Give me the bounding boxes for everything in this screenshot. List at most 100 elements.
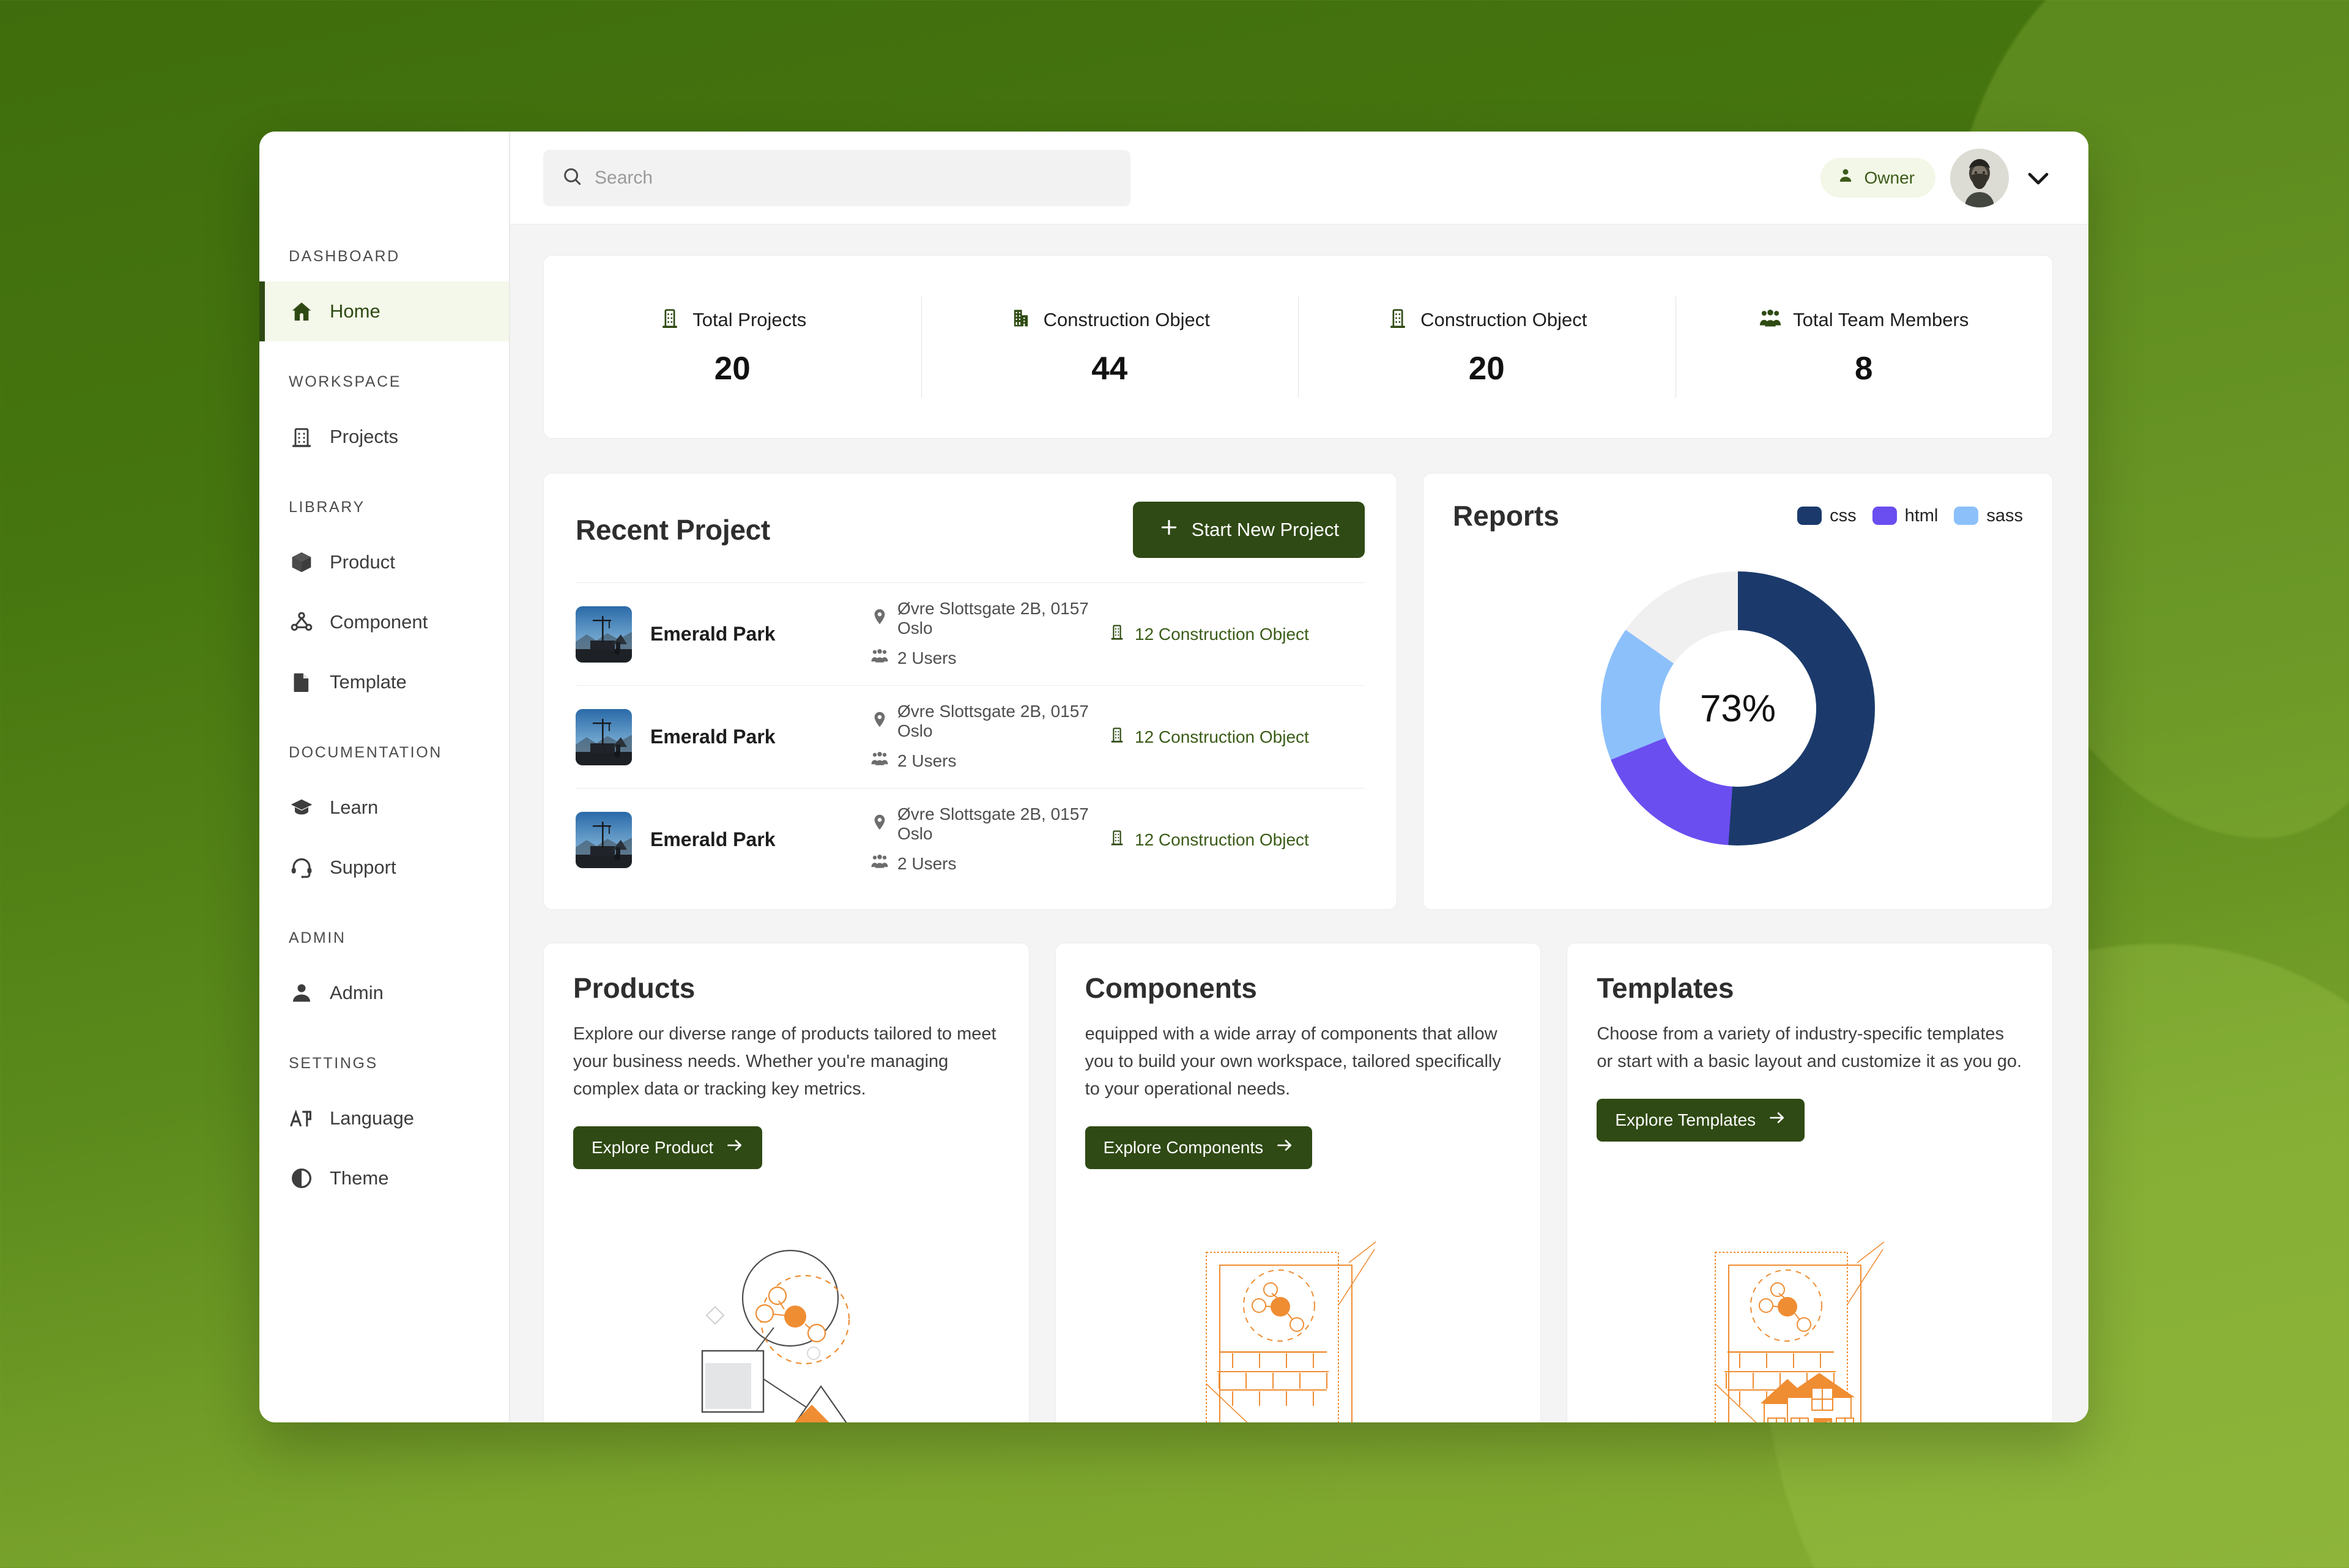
legend-label: css — [1830, 505, 1857, 526]
sidebar-group-title: WORKSPACE — [289, 373, 402, 390]
sidebar-group: SETTINGS Language Theme — [259, 1055, 509, 1208]
sidebar-group-title: DOCUMENTATION — [289, 744, 442, 761]
info-card-description: Explore our diverse range of products ta… — [573, 1024, 996, 1099]
stat-item: Total Team Members 8 — [1675, 296, 2053, 398]
chevron-down-icon[interactable] — [2024, 163, 2053, 193]
sidebar-item-support[interactable]: Support — [259, 838, 509, 897]
sidebar-group: ADMIN Admin — [259, 929, 509, 1023]
avatar[interactable] — [1950, 148, 2009, 207]
sidebar-item-label: Support — [330, 856, 396, 878]
sidebar-item-label: Projects — [330, 426, 398, 447]
top-bar: Owner — [510, 132, 2088, 225]
main-area: Owner T — [510, 132, 2088, 1422]
sidebar-item-label: Learn — [330, 797, 379, 818]
sidebar-group-title: ADMIN — [289, 929, 346, 946]
translate-icon — [289, 1105, 314, 1131]
user-icon — [1836, 166, 1855, 189]
sidebar-group-title: SETTINGS — [289, 1055, 378, 1072]
explore-button[interactable]: Explore Templates — [1597, 1098, 1805, 1142]
building-filled-icon — [1009, 307, 1033, 333]
project-name: Emerald Park — [650, 828, 776, 850]
reports-title: Reports — [1453, 500, 1559, 532]
explore-button[interactable]: Explore Components — [1085, 1126, 1313, 1169]
search-box[interactable] — [543, 149, 1130, 206]
search-icon — [562, 166, 582, 190]
graduation-cap-icon — [289, 795, 314, 820]
building-icon — [1386, 307, 1409, 333]
donut-chart-wrap: 73% — [1453, 532, 2023, 885]
project-row[interactable]: Emerald Park Øvre Slottsgate 2B, 0157 Osl… — [576, 685, 1365, 788]
pin-icon — [870, 608, 889, 630]
chart-legend: css html sass — [1797, 506, 2023, 526]
info-card: Templates Choose from a variety of indust… — [1567, 943, 2054, 1422]
building-icon — [658, 307, 681, 333]
legend-label: sass — [1986, 505, 2023, 526]
project-row[interactable]: Emerald Park Øvre Slottsgate 2B, 0157 Osl… — [576, 582, 1365, 685]
sidebar-group: WORKSPACE Projects — [259, 373, 509, 467]
stat-value: 20 — [1468, 351, 1505, 387]
info-cards-row: Products Explore our diverse range of pro… — [543, 943, 2054, 1422]
sidebar-item-learn[interactable]: Learn — [259, 778, 509, 838]
sidebar: DASHBOARD Home WORKSPACE Projects LIBRARY Pro… — [259, 132, 510, 1422]
info-card-description: Choose from a variety of industry-specif… — [1597, 1024, 2022, 1071]
project-address: Øvre Slottsgate 2B, 0157 Oslo — [897, 804, 1089, 843]
team-icon — [870, 749, 889, 772]
legend-swatch — [1872, 507, 1897, 525]
node-graph-icon — [289, 609, 314, 635]
product-shapes-illustration — [544, 1194, 1029, 1422]
sidebar-item-home[interactable]: Home — [259, 281, 509, 341]
stat-head: Construction Object — [1009, 307, 1210, 333]
project-address: Øvre Slottsgate 2B, 0157 Oslo — [897, 599, 1089, 637]
project-users-line: 2 Users — [870, 749, 1089, 772]
project-objects-label: 12 Construction Object — [1135, 727, 1309, 746]
arrow-right-icon — [725, 1136, 744, 1159]
sidebar-group: DOCUMENTATION Learn Support — [259, 744, 509, 897]
home-icon — [289, 299, 314, 324]
search-input[interactable] — [595, 167, 1112, 188]
sidebar-item-theme[interactable]: Theme — [259, 1148, 509, 1208]
building-icon — [1108, 828, 1126, 851]
reports-card: Reports css html sass 73% — [1423, 473, 2053, 910]
pin-icon — [870, 710, 889, 733]
file-icon — [289, 669, 314, 695]
arrow-right-icon — [1275, 1136, 1294, 1159]
project-objects-label: 12 Construction Object — [1135, 624, 1309, 644]
sidebar-item-label: Component — [330, 611, 428, 633]
sidebar-item-template[interactable]: Template — [259, 652, 509, 712]
info-card: Components equipped with a wide array of … — [1055, 943, 1542, 1422]
sidebar-item-projects[interactable]: Projects — [259, 407, 509, 467]
sidebar-item-label: Home — [330, 300, 380, 322]
project-users-line: 2 Users — [870, 647, 1089, 669]
stat-head: Total Team Members — [1759, 307, 1969, 333]
project-address-line: Øvre Slottsgate 2B, 0157 Oslo — [870, 702, 1089, 741]
stat-value: 8 — [1855, 351, 1873, 387]
info-card-description: equipped with a wide array of components… — [1085, 1024, 1501, 1099]
cube-icon — [289, 549, 314, 575]
project-thumbnail — [576, 811, 632, 868]
project-users: 2 Users — [897, 853, 957, 873]
project-row[interactable]: Emerald Park Øvre Slottsgate 2B, 0157 Osl… — [576, 788, 1365, 891]
app-window: DASHBOARD Home WORKSPACE Projects LIBRARY Pro… — [259, 132, 2088, 1422]
stat-label: Total Team Members — [1793, 308, 1969, 330]
start-new-project-label: Start New Project — [1191, 519, 1339, 540]
sidebar-item-component[interactable]: Component — [259, 592, 509, 652]
legend-item: css — [1797, 506, 1857, 526]
start-new-project-button[interactable]: Start New Project — [1132, 502, 1365, 558]
stat-item: Total Projects 20 — [544, 297, 921, 398]
sidebar-item-product[interactable]: Product — [259, 532, 509, 592]
sidebar-group: DASHBOARD Home — [259, 248, 509, 341]
explore-button[interactable]: Explore Product — [573, 1126, 763, 1169]
sidebar-item-language[interactable]: Language — [259, 1088, 509, 1148]
project-users: 2 Users — [897, 751, 957, 770]
role-badge[interactable]: Owner — [1820, 158, 1935, 198]
team-icon — [1759, 307, 1782, 333]
project-thumbnail — [576, 606, 632, 663]
stat-value: 20 — [714, 351, 751, 387]
arrow-right-icon — [1768, 1109, 1786, 1131]
legend-swatch — [1954, 507, 1979, 525]
role-badge-label: Owner — [1864, 168, 1915, 187]
sidebar-item-admin[interactable]: Admin — [259, 963, 509, 1023]
headset-icon — [289, 855, 314, 880]
blueprint-house-illustration — [1567, 1194, 2052, 1422]
project-objects: 12 Construction Object — [1108, 828, 1365, 851]
